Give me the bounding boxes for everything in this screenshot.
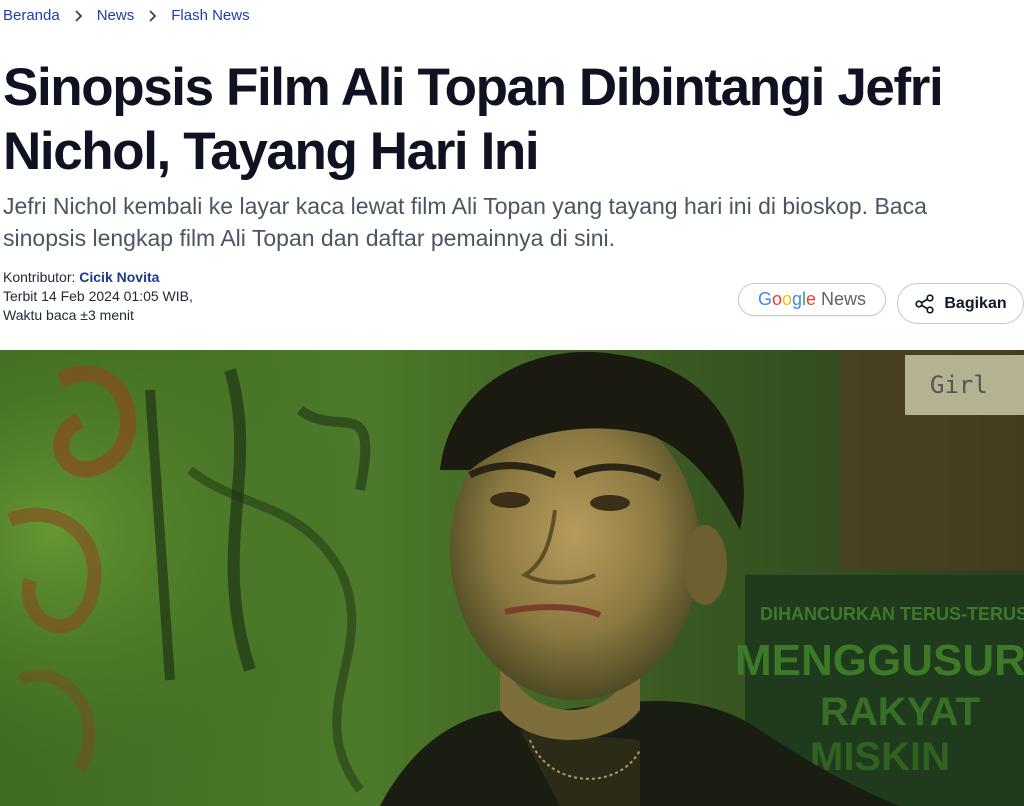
breadcrumb-flash-news-link[interactable]: Flash News [171, 7, 249, 24]
share-icon [914, 293, 936, 315]
hero-sign-line4: MISKIN [810, 735, 950, 779]
share-label: Bagikan [944, 294, 1007, 312]
google-news-button[interactable]: Google News [738, 283, 886, 316]
contributor-line: Kontributor: Cicik Novita [3, 268, 193, 287]
hero-sign-line2: MENGGUSUR [735, 636, 1024, 685]
breadcrumb-home-link[interactable]: Beranda [3, 7, 60, 24]
hero-sign-girl: Girl [930, 371, 988, 399]
hero-sign-line1: DIHANCURKAN TERUS-TERUS [760, 604, 1024, 624]
hero-image: Girl DIHANCURKAN TERUS-TERUS MENGGUSUR R… [0, 350, 1024, 806]
hero-sign-line3: RAKYAT [820, 690, 980, 734]
article-title: Sinopsis Film Ali Topan Dibintangi Jefri… [3, 58, 944, 181]
article-meta: Kontributor: Cicik Novita Terbit 14 Feb … [3, 268, 193, 325]
hero-photo: Girl DIHANCURKAN TERUS-TERUS MENGGUSUR R… [0, 350, 1024, 806]
google-news-label: News [821, 289, 867, 309]
article-lede: Jefri Nichol kembali ke layar kaca lewat… [3, 193, 927, 251]
chevron-right-icon [73, 9, 85, 23]
breadcrumb: Beranda News Flash News [3, 7, 250, 24]
share-button[interactable]: Bagikan [897, 283, 1024, 324]
chevron-right-icon [147, 9, 159, 23]
publish-date: Terbit 14 Feb 2024 01:05 WIB, [3, 288, 193, 304]
contributor-name-link[interactable]: Cicik Novita [79, 269, 159, 285]
read-time: Waktu baca ±3 menit [3, 307, 134, 323]
contributor-label: Kontributor: [3, 269, 76, 285]
google-logo: Google [757, 289, 817, 309]
breadcrumb-news-link[interactable]: News [97, 7, 135, 24]
